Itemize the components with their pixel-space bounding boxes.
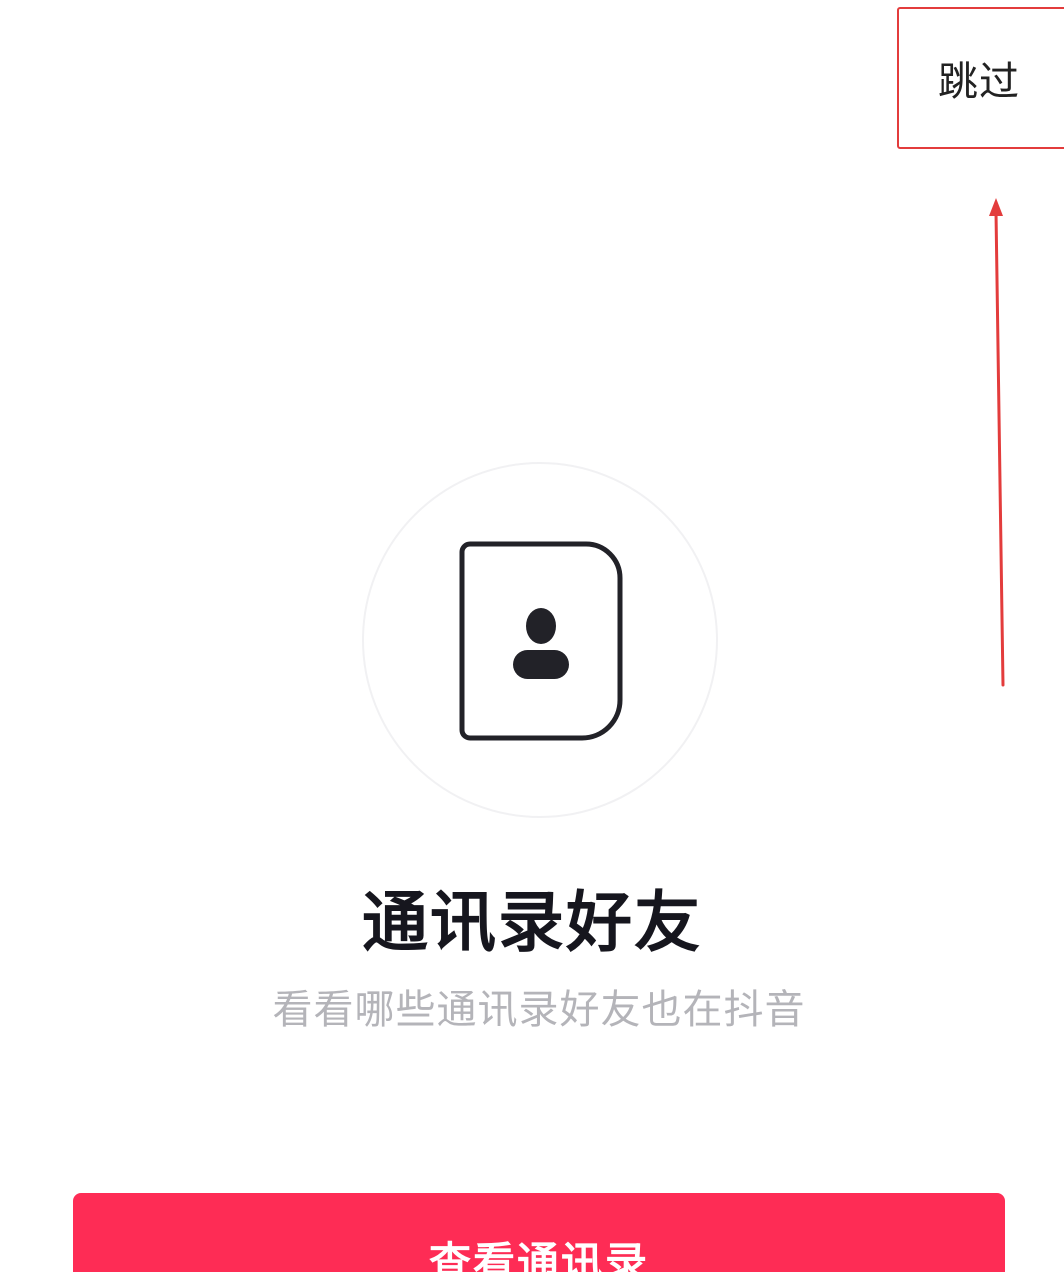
contacts-friends-page: 跳过 通讯录好友 看看哪些通讯录好友也在抖音 查看通讯录 <box>0 0 1064 1272</box>
page-title: 通讯录好友 <box>362 884 702 961</box>
annotation-arrow-icon <box>989 198 1005 687</box>
skip-button[interactable]: 跳过 <box>897 7 1064 149</box>
skip-label: 跳过 <box>938 59 1020 105</box>
page-subtitle: 看看哪些通讯录好友也在抖音 <box>272 987 806 1033</box>
contact-card-icon <box>459 541 623 741</box>
view-contacts-label: 查看通讯录 <box>428 1238 649 1272</box>
view-contacts-button[interactable]: 查看通讯录 <box>73 1193 1005 1272</box>
